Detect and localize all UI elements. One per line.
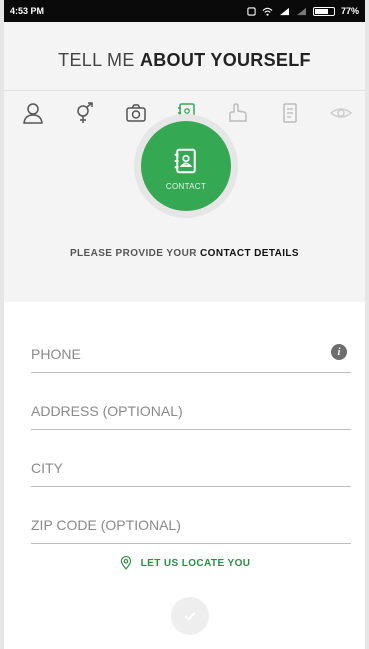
- signal-icon: [279, 7, 289, 15]
- submit-button[interactable]: [171, 597, 209, 635]
- step-gender[interactable]: [69, 98, 99, 128]
- checkmark-icon: [184, 611, 196, 621]
- address-field-placeholder: ADDRESS (OPTIONAL): [31, 403, 183, 419]
- phone-field-underline: [31, 372, 351, 373]
- page-title-light: TELL ME: [58, 50, 140, 70]
- city-field-placeholder: CITY: [31, 460, 63, 476]
- address-field-underline: [31, 429, 351, 430]
- phone-screen: 4:53 PM 77% TELL ME ABOUT YOURSELF CONTA…: [4, 0, 365, 649]
- divider: [4, 90, 365, 91]
- alarm-icon: [247, 6, 256, 16]
- step-photo[interactable]: [121, 98, 151, 128]
- location-pin-icon: [120, 556, 131, 570]
- step-eye[interactable]: [326, 98, 356, 128]
- battery-fill: [314, 8, 329, 14]
- contact-book-icon: [174, 148, 196, 173]
- section-prompt: PLEASE PROVIDE YOUR CONTACT DETAILS: [4, 248, 365, 259]
- status-bar: 4:53 PM 77%: [4, 0, 365, 22]
- status-icons: 77%: [247, 6, 359, 16]
- phone-field-placeholder: PHONE: [31, 346, 81, 362]
- document-icon: [282, 103, 297, 123]
- step-hand[interactable]: [223, 98, 253, 128]
- wifi-icon: [262, 7, 273, 16]
- contact-form: PHONE i ADDRESS (OPTIONAL) CITY ZIP CODE…: [31, 330, 351, 558]
- hand-icon: [229, 103, 248, 122]
- locate-me-label: LET US LOCATE YOU: [140, 557, 251, 569]
- city-field-underline: [31, 486, 351, 487]
- city-field[interactable]: CITY: [31, 444, 351, 501]
- address-field[interactable]: ADDRESS (OPTIONAL): [31, 387, 351, 444]
- current-step-badge: CONTACT: [141, 121, 231, 211]
- step-document[interactable]: [275, 98, 305, 128]
- gender-icon: [77, 102, 94, 123]
- section-prompt-light: PLEASE PROVIDE YOUR: [69, 248, 201, 259]
- locate-me-link[interactable]: LET US LOCATE YOU: [4, 556, 365, 570]
- signal-icon-2: [296, 7, 306, 15]
- page-title: TELL ME ABOUT YOURSELF: [4, 50, 365, 71]
- phone-field[interactable]: PHONE i: [31, 330, 351, 387]
- battery-icon: [312, 6, 335, 16]
- eye-icon: [329, 108, 353, 118]
- current-step-label: CONTACT: [165, 181, 207, 191]
- zip-field-underline: [31, 543, 351, 544]
- zip-field-placeholder: ZIP CODE (OPTIONAL): [31, 517, 181, 533]
- page-title-bold: ABOUT YOURSELF: [139, 50, 311, 70]
- status-time: 4:53 PM: [10, 6, 45, 16]
- camera-icon: [125, 104, 146, 122]
- user-icon: [23, 103, 43, 124]
- step-profile[interactable]: [18, 98, 48, 128]
- section-prompt-bold: CONTACT DETAILS: [200, 248, 300, 259]
- info-icon[interactable]: i: [331, 344, 347, 360]
- zip-field[interactable]: ZIP CODE (OPTIONAL): [31, 501, 351, 558]
- battery-percent: 77%: [340, 6, 359, 16]
